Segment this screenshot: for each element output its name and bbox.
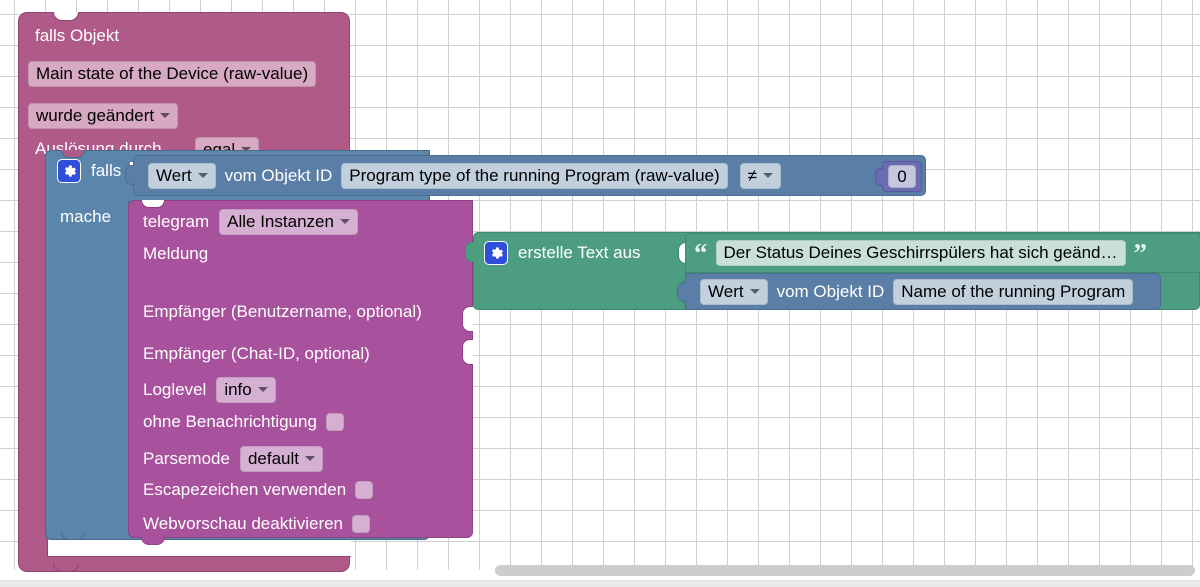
operator-dropdown[interactable]: ≠	[739, 162, 782, 189]
string-literal-block[interactable]: “ Der Status Deines Geschirrspülers hat …	[685, 233, 1200, 273]
change-mode-value: wurde geändert	[36, 106, 155, 125]
telegram-parsemode-row: Parsemode default	[143, 446, 323, 472]
telegram-recipient-user-socket	[462, 306, 473, 332]
trigger-bottom-notch	[53, 563, 79, 572]
telegram-name-label: telegram	[143, 212, 210, 231]
operator-symbol: ≠	[747, 165, 758, 185]
telegram-message-label: Meldung	[143, 244, 209, 263]
condition-compare-block[interactable]: Wert vom Objekt ID Program type of the r…	[125, 155, 926, 196]
telegram-instance-value: Alle Instanzen	[227, 212, 334, 231]
getvalue-mode-text: Wert	[708, 281, 744, 301]
text-join-block[interactable]: erstelle Text aus “ Der Status Deines Ge…	[465, 232, 1200, 310]
open-quote-icon: “	[694, 238, 708, 268]
horizontal-scrollbar[interactable]	[495, 565, 1195, 576]
telegram-escape-label: Escapezeichen verwenden	[143, 480, 347, 499]
bottom-bar	[0, 581, 1200, 587]
chevron-down-icon	[304, 456, 315, 461]
telegram-recipient-chat-socket	[462, 339, 473, 365]
chevron-down-icon	[749, 288, 760, 294]
telegram-instance-row: telegram Alle Instanzen	[143, 209, 358, 235]
if-top-notch	[61, 150, 85, 158]
value-mode-text: Wert	[156, 165, 192, 185]
text-output-plug	[465, 242, 474, 262]
blockly-workspace[interactable]: falls Objekt Main state of the Device (r…	[0, 0, 1200, 587]
getvalue-object-id-field[interactable]: Name of the running Program	[893, 278, 1134, 305]
telegram-recipient-chat-row: Empfänger (Chat-ID, optional)	[143, 344, 370, 364]
chevron-down-icon	[160, 113, 171, 118]
do-label: mache	[60, 207, 112, 226]
trigger-title: falls Objekt	[35, 26, 120, 45]
getvalue-prefix-label: vom Objekt ID	[776, 281, 885, 301]
chevron-down-icon	[763, 172, 774, 178]
telegram-webpreview-row: Webvorschau deaktivieren	[143, 514, 371, 534]
telegram-top-notch	[141, 200, 165, 208]
gear-icon[interactable]	[57, 159, 81, 183]
gear-icon[interactable]	[484, 241, 508, 265]
text-join-label: erstelle Text aus	[518, 243, 641, 262]
condition-output-plug	[125, 165, 134, 185]
telegram-parsemode-dropdown[interactable]: default	[239, 446, 323, 472]
telegram-recipient-user-label: Empfänger (Benutzername, optional)	[143, 302, 422, 321]
telegram-webpreview-label: Webvorschau deaktivieren	[143, 514, 344, 533]
if-bottom-notch	[61, 532, 85, 540]
telegram-silent-checkbox[interactable]	[325, 413, 344, 431]
telegram-silent-label: ohne Benachrichtigung	[143, 412, 317, 431]
telegram-message-row: Meldung	[143, 244, 208, 264]
telegram-escape-checkbox[interactable]	[355, 481, 374, 499]
telegram-silent-row: ohne Benachrichtigung	[143, 412, 344, 432]
telegram-block[interactable]: telegram Alle Instanzen Meldung Empfänge…	[128, 200, 473, 545]
telegram-recipient-user-row: Empfänger (Benutzername, optional)	[143, 302, 422, 322]
getvalue-output-plug	[677, 282, 686, 302]
chevron-down-icon	[197, 172, 208, 178]
telegram-escape-row: Escapezeichen verwenden	[143, 480, 374, 500]
telegram-loglevel-dropdown[interactable]: info	[216, 377, 276, 403]
condition-object-id-field[interactable]: Program type of the running Program (raw…	[341, 162, 728, 189]
condition-prefix-label: vom Objekt ID	[224, 165, 333, 185]
telegram-parsemode-label: Parsemode	[143, 449, 230, 468]
telegram-recipient-chat-label: Empfänger (Chat-ID, optional)	[143, 344, 370, 363]
value-mode-dropdown[interactable]: Wert	[148, 162, 216, 189]
if-label: falls	[91, 161, 122, 180]
change-mode-dropdown[interactable]: wurde geändert	[28, 103, 179, 129]
number-value-field[interactable]: 0	[888, 165, 916, 188]
number-literal-block[interactable]: 0	[875, 161, 922, 192]
number-output-plug	[875, 168, 883, 186]
telegram-loglevel-label: Loglevel	[143, 380, 207, 399]
telegram-loglevel-row: Loglevel info	[143, 377, 276, 403]
getvalue-block[interactable]: Wert vom Objekt ID Name of the running P…	[677, 273, 1161, 310]
telegram-instance-dropdown[interactable]: Alle Instanzen	[219, 209, 358, 235]
chevron-down-icon	[339, 219, 350, 224]
close-quote-icon: ”	[1133, 238, 1148, 268]
telegram-parsemode-value: default	[247, 449, 299, 468]
telegram-webpreview-checkbox[interactable]	[352, 515, 371, 533]
chevron-down-icon	[257, 387, 268, 392]
telegram-loglevel-value: info	[224, 380, 252, 399]
getvalue-mode-dropdown[interactable]: Wert	[700, 278, 768, 305]
trigger-top-notch	[53, 12, 79, 21]
object-id-field[interactable]: Main state of the Device (raw-value)	[28, 61, 317, 87]
string-value-field[interactable]: Der Status Deines Geschirrspülers hat si…	[715, 240, 1126, 266]
